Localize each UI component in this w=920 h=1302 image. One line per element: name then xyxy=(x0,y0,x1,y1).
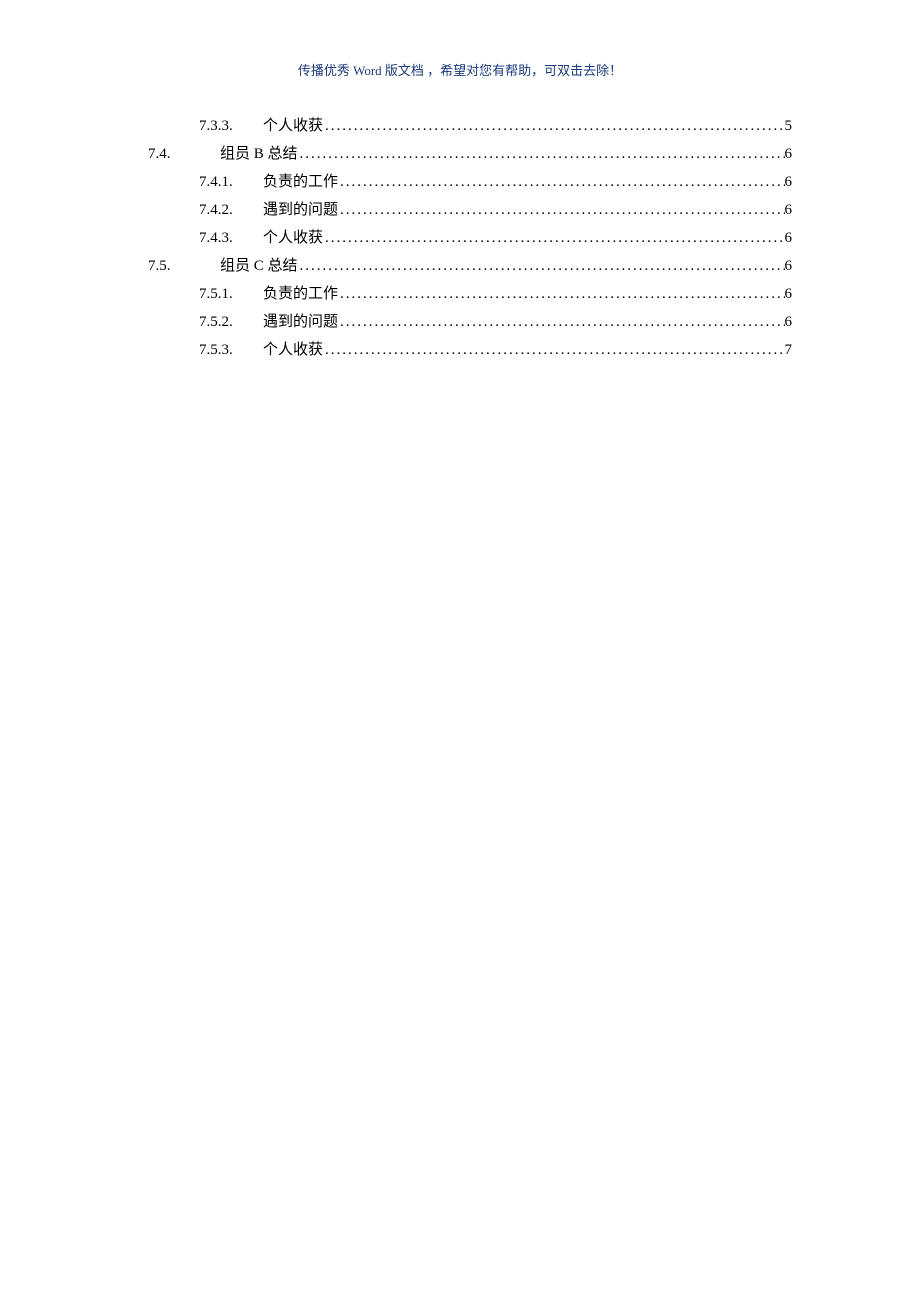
toc-title: 组员 B 总结 xyxy=(220,140,298,168)
toc-entry: 7.5.3. 个人收获 ............................… xyxy=(148,336,792,364)
toc-entry: 7.5.1. 负责的工作 ...........................… xyxy=(148,280,792,308)
document-header: 传播优秀 Word 版文档 ，希望对您有帮助，可双击去除！ xyxy=(0,60,920,79)
toc-entry: 7.4.3. 个人收获 ............................… xyxy=(148,224,792,252)
toc-title: 个人收获 xyxy=(263,336,323,364)
toc-dots: ........................................… xyxy=(338,308,784,336)
toc-page: 6 xyxy=(785,196,793,224)
toc-entry: 7.5. 组员 C 总结 ...........................… xyxy=(148,252,792,280)
toc-dots: ........................................… xyxy=(298,252,785,280)
toc-dots: ........................................… xyxy=(298,140,785,168)
toc-entry: 7.3.3. 个人收获 ............................… xyxy=(148,112,792,140)
toc-title: 个人收获 xyxy=(263,112,323,140)
toc-page: 6 xyxy=(785,280,793,308)
toc-number: 7.5.3. xyxy=(199,336,263,364)
toc-number: 7.4.2. xyxy=(199,196,263,224)
toc-page: 6 xyxy=(785,224,793,252)
toc-title: 遇到的问题 xyxy=(263,308,338,336)
toc-number: 7.5.2. xyxy=(199,308,263,336)
toc-entry: 7.4. 组员 B 总结 ...........................… xyxy=(148,140,792,168)
toc-page: 6 xyxy=(785,308,793,336)
toc-number: 7.5. xyxy=(148,252,220,280)
toc-number: 7.5.1. xyxy=(199,280,263,308)
header-text: 传播优秀 Word 版文档 ，希望对您有帮助，可双击去除！ xyxy=(298,63,622,78)
toc-dots: ........................................… xyxy=(338,196,784,224)
toc-dots: ........................................… xyxy=(323,336,784,364)
toc-dots: ........................................… xyxy=(323,112,784,140)
toc-entry: 7.4.2. 遇到的问题 ...........................… xyxy=(148,196,792,224)
toc-title: 个人收获 xyxy=(263,224,323,252)
toc-number: 7.4.1. xyxy=(199,168,263,196)
toc-page: 6 xyxy=(785,168,793,196)
toc-title: 遇到的问题 xyxy=(263,196,338,224)
toc-number: 7.4.3. xyxy=(199,224,263,252)
toc-number: 7.4. xyxy=(148,140,220,168)
toc-entry: 7.5.2. 遇到的问题 ...........................… xyxy=(148,308,792,336)
toc-number: 7.3.3. xyxy=(199,112,263,140)
table-of-contents: 7.3.3. 个人收获 ............................… xyxy=(148,112,792,364)
toc-page: 5 xyxy=(785,112,793,140)
toc-page: 7 xyxy=(785,336,793,364)
toc-title: 负责的工作 xyxy=(263,280,338,308)
toc-entry: 7.4.1. 负责的工作 ...........................… xyxy=(148,168,792,196)
toc-dots: ........................................… xyxy=(338,280,784,308)
toc-dots: ........................................… xyxy=(338,168,784,196)
toc-title: 组员 C 总结 xyxy=(220,252,298,280)
toc-title: 负责的工作 xyxy=(263,168,338,196)
toc-page: 6 xyxy=(785,140,793,168)
toc-page: 6 xyxy=(785,252,793,280)
toc-dots: ........................................… xyxy=(323,224,784,252)
